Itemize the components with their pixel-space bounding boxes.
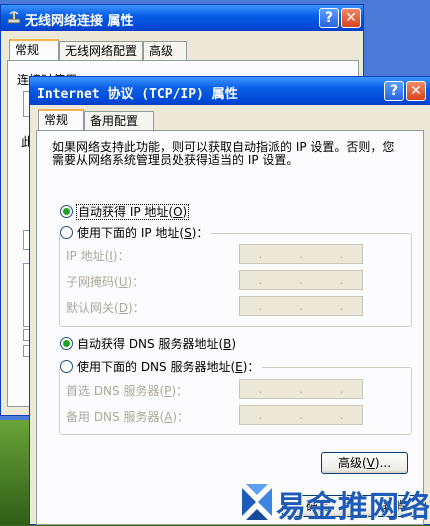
preferred-dns-label: 首选 DNS 服务器(P)： [66, 384, 189, 398]
watermark-text: 易金推网络 [276, 490, 430, 525]
bg-tab-advanced[interactable]: 高级 [143, 41, 187, 61]
advanced-button[interactable]: 高级(V)... [321, 452, 408, 474]
help-button[interactable]: ? [384, 81, 404, 101]
close-icon: ✕ [410, 83, 422, 99]
radio-selected-icon [60, 205, 73, 218]
logo-mark-icon [242, 484, 272, 520]
watermark-logo: 易金推网络 [240, 482, 430, 525]
dialog-title: Internet 协议 (TCP/IP) 属性 [37, 87, 238, 102]
ip-address-label: IP 地址(I)： [66, 249, 130, 263]
manual-ip-label: 使用下面的 IP 地址(S)： [77, 226, 209, 240]
alternate-dns-input[interactable]: ... [239, 405, 363, 425]
dialog-title-bar[interactable]: Internet 协议 (TCP/IP) 属性 ? ✕ [30, 77, 430, 105]
bg-tab-wireless[interactable]: 无线网络配置 [59, 41, 143, 61]
manual-ip-radio[interactable]: 使用下面的 IP 地址(S)： [60, 225, 212, 241]
manual-dns-label: 使用下面的 DNS 服务器地址(E)： [77, 360, 260, 374]
default-gateway-input[interactable]: ... [239, 296, 363, 316]
bg-close-button[interactable]: ✕ [341, 8, 361, 28]
close-icon: ✕ [345, 10, 357, 26]
auto-dns-label: 自动获得 DNS 服务器地址(B) [77, 337, 237, 351]
close-button[interactable]: ✕ [406, 81, 426, 101]
ip-description: 如果网络支持此功能，则可以获取自动指派的 IP 设置。否则，您需要从网络系统管理… [52, 140, 395, 167]
default-gateway-label: 默认网关(D)： [66, 301, 145, 315]
preferred-dns-input[interactable]: ... [239, 379, 363, 399]
radio-unselected-icon [60, 360, 73, 373]
tab-alternate-config[interactable]: 备用配置 [84, 111, 154, 131]
bg-window-title: 无线网络连接 属性 [25, 14, 134, 29]
auto-dns-radio[interactable]: 自动获得 DNS 服务器地址(B) [60, 336, 236, 352]
tab-general[interactable]: 常规 [38, 109, 84, 131]
ip-address-input[interactable]: ... [239, 244, 363, 264]
radio-unselected-icon [60, 226, 73, 239]
bg-help-button[interactable]: ? [319, 8, 339, 28]
auto-ip-label: 自动获得 IP 地址(O) [75, 204, 190, 220]
tcpip-properties-dialog[interactable]: Internet 协议 (TCP/IP) 属性 ? ✕ 常规 备用配置 如果网络… [29, 76, 430, 525]
auto-ip-radio[interactable]: 自动获得 IP 地址(O) [60, 204, 190, 220]
bg-tab-general[interactable]: 常规 [9, 39, 59, 61]
bg-title-bar[interactable]: 无线网络连接 属性 ? ✕ [1, 5, 363, 31]
subnet-mask-input[interactable]: ... [239, 270, 363, 290]
manual-dns-radio[interactable]: 使用下面的 DNS 服务器地址(E)： [60, 359, 263, 375]
network-icon [7, 11, 21, 24]
alternate-dns-label: 备用 DNS 服务器(A)： [66, 410, 190, 424]
subnet-mask-label: 子网掩码(U)： [66, 275, 145, 289]
radio-selected-icon [60, 337, 73, 350]
